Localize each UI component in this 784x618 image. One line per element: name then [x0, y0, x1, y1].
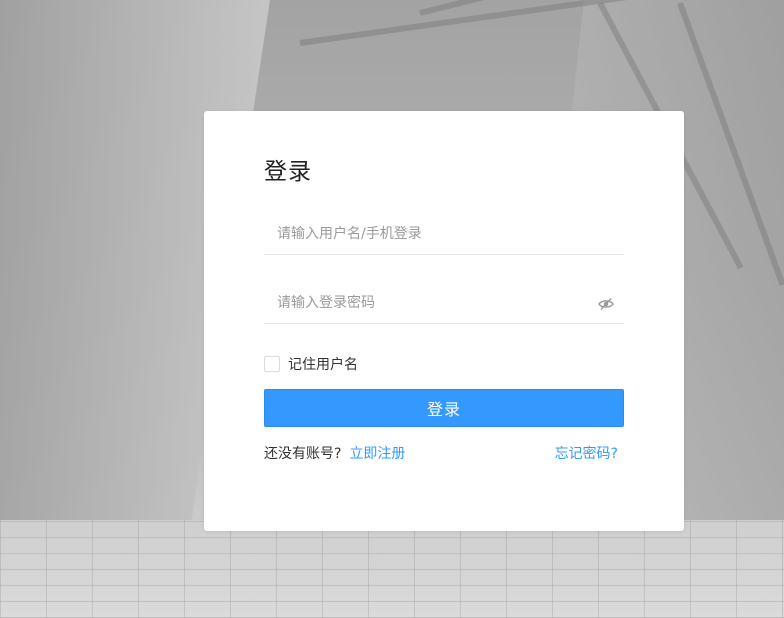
password-input[interactable]: [264, 283, 624, 323]
register-link[interactable]: 立即注册: [349, 446, 405, 462]
username-input[interactable]: [264, 214, 624, 254]
login-title: 登录: [264, 159, 312, 185]
login-card: 登录 记住用户名 登录 还没有账号? 立即注册 忘记密码?: [204, 111, 684, 531]
remember-label: 记住用户名: [288, 357, 358, 373]
password-field-wrapper: [264, 283, 624, 324]
login-button[interactable]: 登录: [264, 389, 624, 427]
eye-hidden-icon[interactable]: [598, 296, 614, 310]
background-floor: [0, 520, 784, 618]
remember-username[interactable]: 记住用户名: [264, 355, 358, 373]
forgot-password-link[interactable]: 忘记密码?: [555, 443, 618, 463]
username-field-wrapper: [264, 214, 624, 255]
login-footer: 还没有账号? 立即注册 忘记密码?: [264, 443, 618, 463]
no-account-text: 还没有账号?: [264, 446, 342, 462]
register-prompt: 还没有账号? 立即注册: [264, 443, 405, 463]
remember-checkbox[interactable]: [264, 356, 280, 372]
